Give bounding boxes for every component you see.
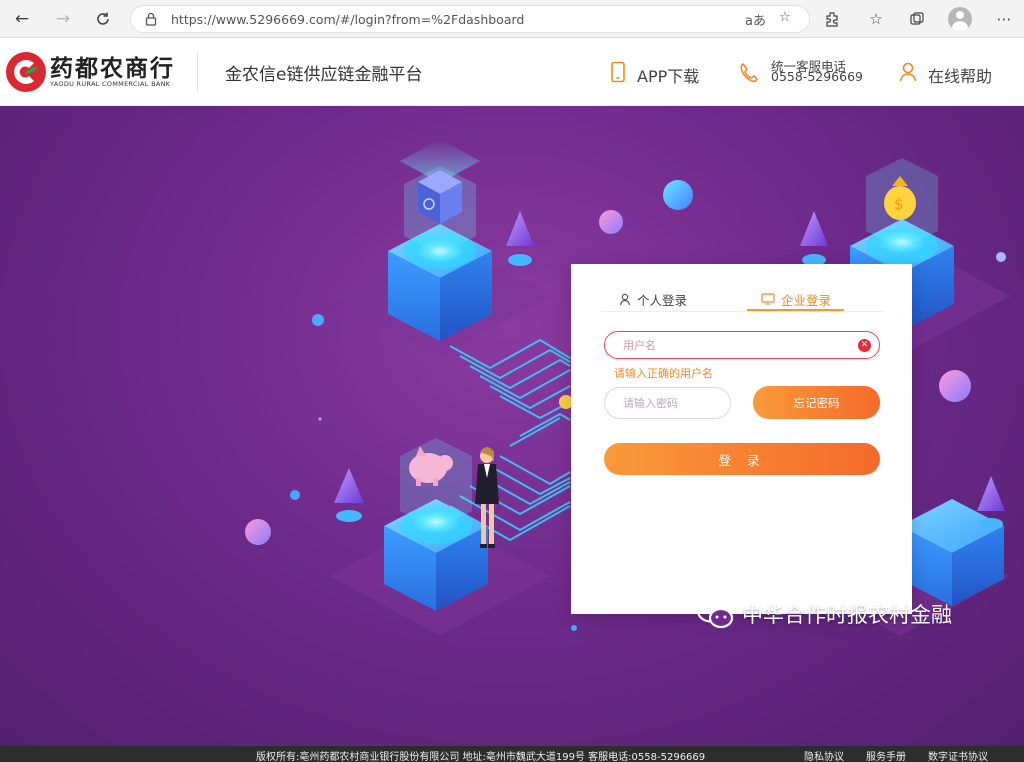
footer-certificate-link[interactable]: 数字证书协议 <box>928 748 988 762</box>
wechat-icon <box>696 599 734 629</box>
online-help-link[interactable]: 在线帮助 <box>928 63 992 87</box>
back-icon[interactable]: ← <box>7 4 37 34</box>
monitor-icon <box>761 293 775 305</box>
platform-title: 金农信e链供应链金融平台 <box>225 65 423 85</box>
footer-copyright: 版权所有:亳州药都农村商业银行股份有限公司 地址:亳州市魏武大道199号 客服电… <box>256 752 706 762</box>
login-card: 个人登录 企业登录 ✕ 请输入正确的用户名 忘记密码 登 录 <box>571 264 912 614</box>
forward-icon[interactable]: → <box>48 4 78 34</box>
forgot-password-button[interactable]: 忘记密码 <box>753 386 880 419</box>
footer-privacy-link[interactable]: 隐私协议 <box>804 748 844 762</box>
password-input[interactable] <box>604 387 731 419</box>
tab-enterprise-label: 企业登录 <box>781 292 832 308</box>
active-tab-indicator <box>747 309 844 311</box>
extensions-icon[interactable] <box>818 5 846 33</box>
favorites-icon[interactable]: ☆ <box>862 5 890 33</box>
person-icon <box>619 293 631 305</box>
profile-icon[interactable] <box>948 7 972 31</box>
username-input[interactable] <box>604 331 880 359</box>
read-aloud-icon[interactable]: aあ <box>745 10 766 29</box>
browser-toolbar: ← → https://www.5296669.com/#/login?from… <box>0 0 1024 38</box>
hotline-number: 0558-5296669 <box>771 69 863 84</box>
site-header: 药都农商行 YAODU RURAL COMMERCIAL BANK 金农信e链供… <box>0 38 1024 106</box>
clear-input-icon[interactable]: ✕ <box>858 339 871 352</box>
address-bar[interactable]: https://www.5296669.com/#/login?from=%2F… <box>130 5 810 33</box>
header-divider <box>197 52 198 92</box>
login-button[interactable]: 登 录 <box>604 443 880 475</box>
favorite-add-icon[interactable]: ☆ <box>779 10 791 25</box>
username-error-message: 请输入正确的用户名 <box>614 367 713 380</box>
logo-text-cn[interactable]: 药都农商行 <box>50 49 175 83</box>
app-download-link[interactable]: APP下载 <box>637 63 699 87</box>
hero-banner: $ 个人登录 企业登录 用户名 ✕ 请输入正确的用户名 忘记密码 登 录 中华合… <box>0 106 1024 746</box>
lock-icon[interactable] <box>143 11 159 27</box>
wechat-watermark: 中华合作时报农村金融 <box>696 598 952 630</box>
phone-icon <box>740 62 758 83</box>
svg-text:$: $ <box>894 195 904 213</box>
footer-service-manual-link[interactable]: 服务手册 <box>866 748 906 762</box>
collections-icon[interactable] <box>903 5 931 33</box>
url-text[interactable]: https://www.5296669.com/#/login?from=%2F… <box>171 12 524 27</box>
user-help-icon <box>899 62 917 82</box>
more-icon[interactable]: ⋯ <box>990 5 1018 33</box>
logo-text-en: YAODU RURAL COMMERCIAL BANK <box>50 80 171 88</box>
site-footer: 版权所有:亳州药都农村商业银行股份有限公司 地址:亳州市魏武大道199号 客服电… <box>0 746 1024 762</box>
tabs-divider <box>601 311 883 312</box>
tab-personal-label: 个人登录 <box>637 292 688 308</box>
bank-logo-icon[interactable] <box>4 50 48 94</box>
refresh-icon[interactable] <box>88 4 118 34</box>
tab-personal-login[interactable]: 个人登录 <box>619 284 687 314</box>
watermark-text: 中华合作时报农村金融 <box>742 603 952 627</box>
mobile-phone-icon <box>611 61 625 83</box>
